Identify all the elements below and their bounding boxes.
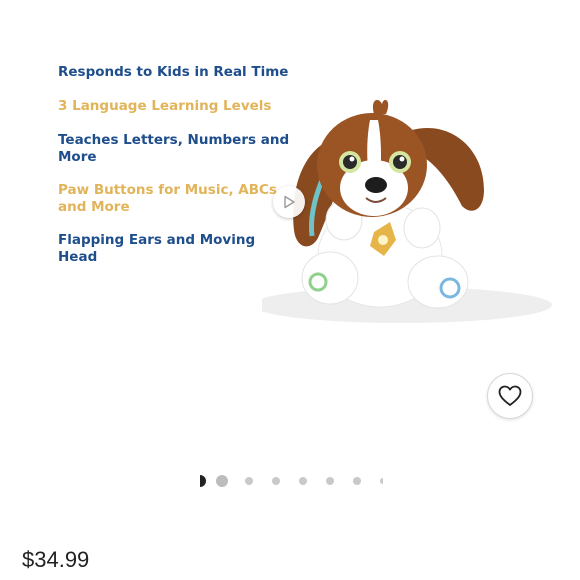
feature-item-1: Responds to Kids in Real Time [58, 64, 289, 80]
feature-item-2: 3 Language Learning Levels [58, 98, 272, 114]
carousel-dot-7[interactable] [353, 477, 361, 485]
product-image-hero[interactable]: Responds to Kids in Real Time 3 Language… [0, 30, 580, 330]
carousel-dot-6[interactable] [326, 477, 334, 485]
image-carousel-indicator [190, 474, 390, 488]
favorite-button[interactable] [487, 373, 533, 419]
carousel-dot-5[interactable] [299, 477, 307, 485]
carousel-dot-3[interactable] [245, 477, 253, 485]
carousel-dot-1[interactable] [200, 475, 206, 487]
play-video-button[interactable] [273, 186, 305, 218]
carousel-dot-8[interactable] [380, 478, 383, 484]
play-icon [284, 195, 295, 209]
carousel-dot-2[interactable] [216, 475, 228, 487]
carousel-dot-4[interactable] [272, 477, 280, 485]
product-price: $34.99 [22, 547, 90, 572]
puppy-toy-image [262, 99, 552, 323]
heart-icon [498, 385, 522, 406]
